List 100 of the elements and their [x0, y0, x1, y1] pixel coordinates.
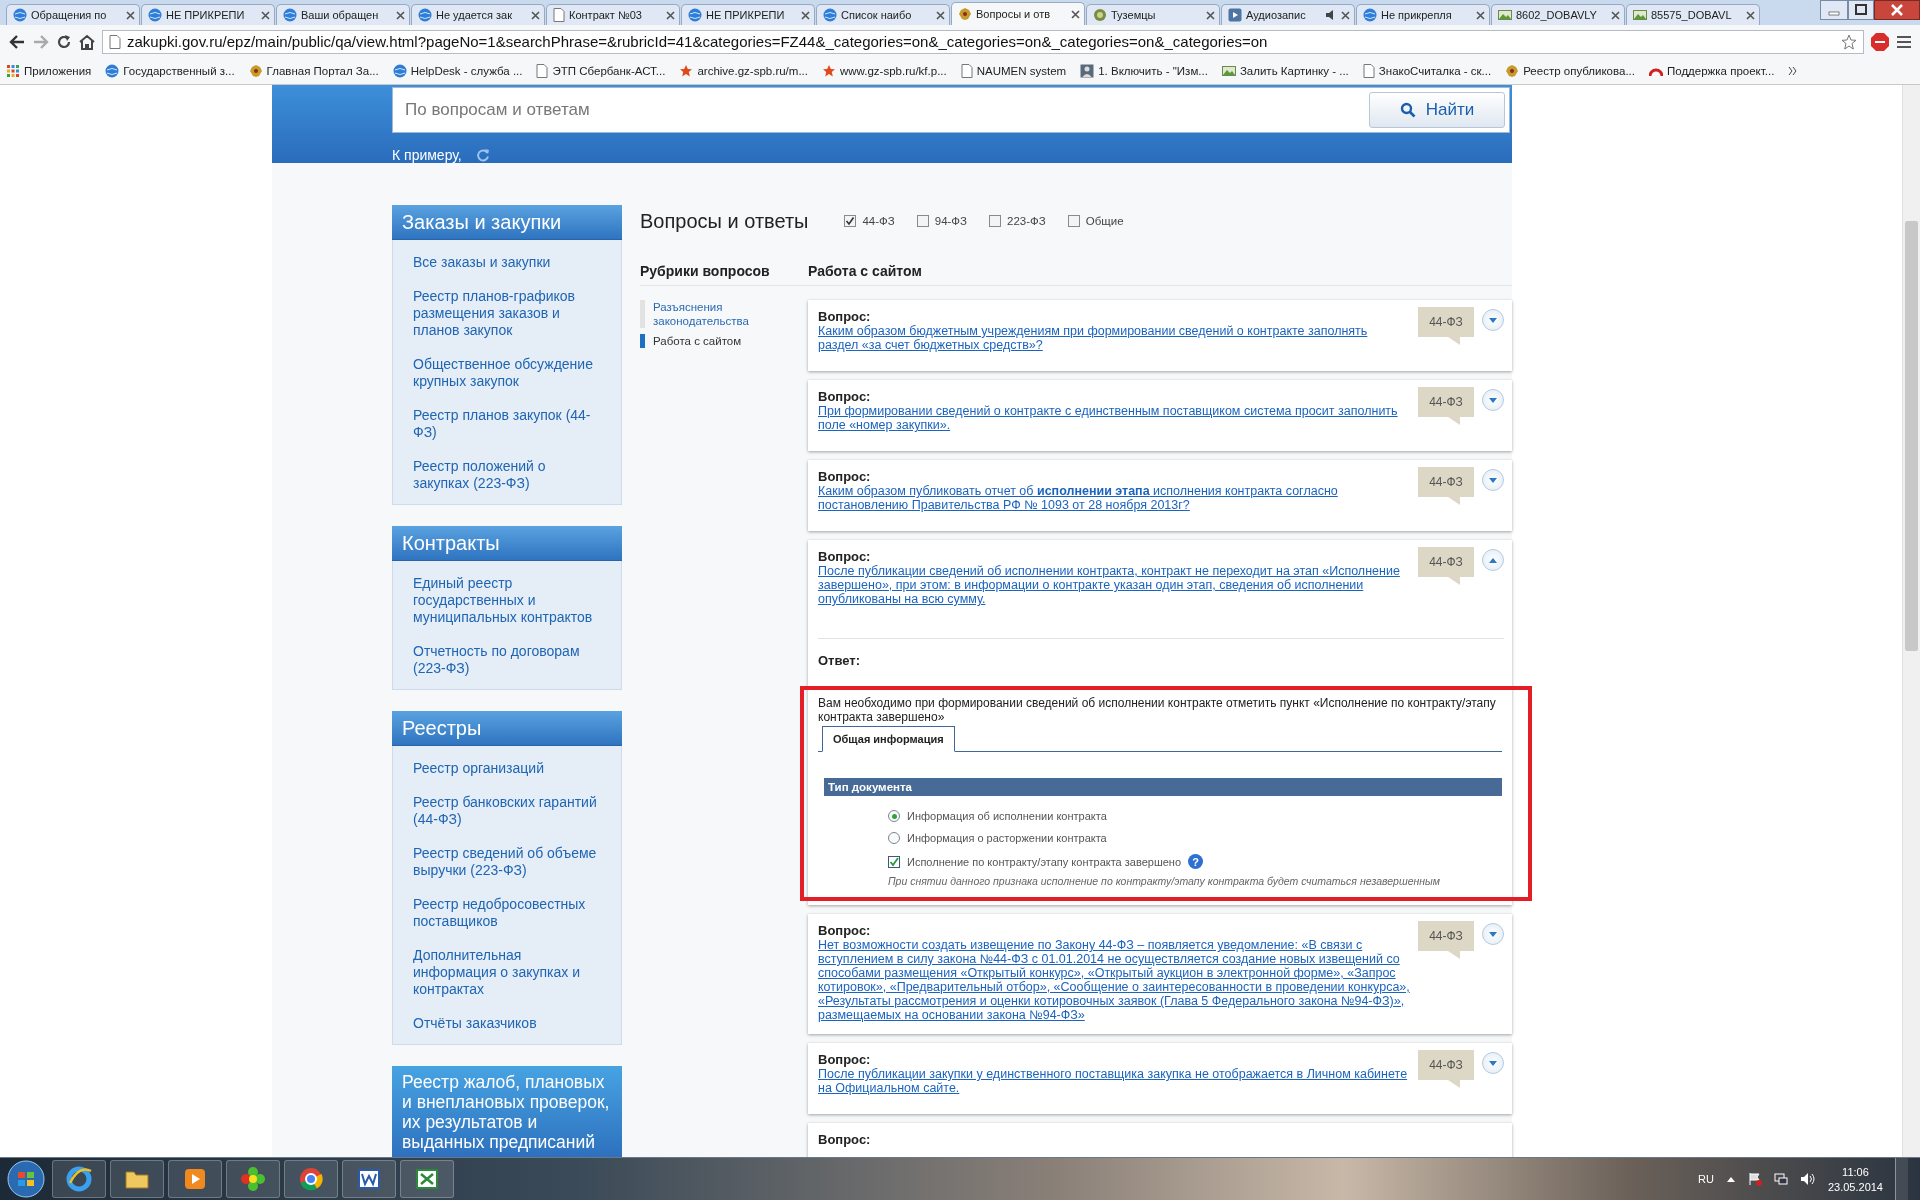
start-button[interactable] — [4, 1159, 48, 1199]
radio-button[interactable] — [888, 832, 900, 844]
browser-tab[interactable]: Туземцы — [1086, 4, 1220, 25]
bookmark-link[interactable]: HelpDesk - служба ... — [410, 65, 523, 77]
bookmark-link[interactable]: ЗнакоСчиталка - ск... — [1378, 65, 1492, 77]
question-link[interactable]: Каким образом публиковать отчет об исполнении этапа исполнения контракта согласно постановлению Правительства РФ № 1093 от 28 ноября 2013г? — [818, 484, 1410, 512]
stop-sign-icon[interactable] — [1870, 31, 1890, 52]
close-icon[interactable] — [531, 10, 540, 20]
menu-link[interactable]: Отчёты заказчиков — [413, 1015, 601, 1032]
bookmark-link[interactable]: Залить Картинку - ... — [1239, 65, 1349, 77]
close-icon[interactable] — [126, 10, 135, 20]
browser-tab[interactable]: Вопросы и отв — [951, 2, 1085, 25]
checkbox[interactable] — [1067, 215, 1080, 227]
star-icon[interactable] — [1841, 33, 1857, 50]
browser-tab[interactable]: Аудиозапис — [1221, 4, 1355, 25]
network-icon[interactable] — [1773, 1172, 1788, 1186]
bookmark-link[interactable]: Государственный з... — [123, 65, 235, 77]
close-icon[interactable] — [801, 10, 810, 20]
close-icon[interactable] — [936, 10, 945, 20]
checkbox[interactable] — [916, 215, 929, 227]
help-icon[interactable]: ? — [1188, 854, 1204, 869]
language-indicator[interactable]: RU — [1698, 1173, 1714, 1185]
close-icon[interactable] — [1476, 10, 1485, 20]
menu-link[interactable]: Общественное обсуждение крупных закупок — [413, 356, 601, 390]
browser-tab[interactable]: НЕ ПРИКРЕПИ — [681, 4, 815, 25]
toggle-button[interactable] — [1482, 549, 1504, 571]
close-icon[interactable] — [396, 10, 405, 20]
reload-icon[interactable] — [56, 33, 72, 50]
flag-icon[interactable] — [1747, 1172, 1762, 1186]
close-icon[interactable] — [1611, 10, 1620, 20]
browser-tab[interactable]: Обращения по — [6, 4, 140, 25]
browser-icon[interactable] — [65, 1165, 93, 1193]
menu-link[interactable]: Дополнительная информация о закупках и контрактах — [413, 947, 601, 998]
bookmark-link[interactable]: Поддержка проект... — [1667, 65, 1775, 77]
menu-link[interactable]: Реестр недобросовестных поставщиков — [413, 896, 601, 930]
bookmark-link[interactable]: Реестр опубликова... — [1523, 65, 1635, 77]
browser-tab[interactable]: Контракт №03 — [546, 4, 680, 25]
form-tab[interactable]: Общая информация — [822, 726, 955, 752]
home-icon[interactable] — [78, 33, 96, 50]
show-hidden-icon[interactable] — [1725, 1175, 1736, 1183]
browser-tab[interactable]: Список наибо — [816, 4, 950, 25]
bookmark-link[interactable]: www.gz-spb.ru/kf.p... — [840, 65, 947, 77]
question-link[interactable]: При формировании сведений о контракте с единственным поставщиком система просит заполнить поле «номер закупки». — [818, 404, 1410, 432]
chevron-icon[interactable] — [1788, 66, 1799, 76]
browser-tab[interactable]: НЕ ПРИКРЕПИ — [141, 4, 275, 25]
menu-link[interactable]: Реестр сведений об объеме выручки (223-ФЗ) — [413, 845, 601, 879]
toggle-button[interactable] — [1482, 1052, 1504, 1074]
bookmark-link[interactable]: Приложения — [24, 65, 92, 77]
browser-tab[interactable]: 8602_DOBAVLY — [1491, 4, 1625, 25]
menu-link[interactable]: Реестр организаций — [413, 760, 601, 777]
browser-tab[interactable]: Не удается зак — [411, 4, 545, 25]
checkbox[interactable] — [989, 215, 1002, 227]
question-link[interactable]: После публикации сведений об исполнении контракта, контракт не переходит на этап «Исполнение завершено», при этом: в информации о контракте указан один этап, сведения об исполнении опубликованы на всю сумму. — [818, 564, 1410, 606]
bookmark-link[interactable]: archive.gz-spb.ru/m... — [697, 65, 808, 77]
menu-link[interactable]: Единый реестр государственных и муниципальных контрактов — [413, 575, 601, 626]
checkbox[interactable] — [844, 215, 857, 227]
menu-link[interactable]: Реестр планов закупок (44-ФЗ) — [413, 407, 601, 441]
close-icon[interactable] — [1746, 10, 1755, 20]
browser-tab[interactable]: Ваши обращен — [276, 4, 410, 25]
checkbox[interactable] — [888, 855, 900, 868]
menu-link[interactable]: Все заказы и закупки — [413, 254, 601, 271]
close-icon[interactable] — [261, 10, 270, 20]
menu-link[interactable]: Отчетность по договорам (223-ФЗ) — [413, 643, 601, 677]
menu-link[interactable]: Реестр планов-графиков размещения заказов и планов закупок — [413, 288, 601, 339]
flower-icon[interactable] — [239, 1165, 267, 1193]
scrollbar-thumb[interactable] — [1905, 221, 1918, 651]
search-field[interactable]: По вопросам и ответам Найти — [392, 87, 1510, 133]
toggle-button[interactable] — [1482, 389, 1504, 411]
close-icon[interactable] — [666, 10, 675, 20]
address-field[interactable]: zakupki.gov.ru/epz/main/public/qa/view.html?pageNo=1&searchPhrase=&rubricId=41&categories=FZ44&_categories=on&_categories=on&_categories=on&_categories=on — [102, 29, 1864, 54]
show-desktop-button[interactable] — [1895, 1158, 1908, 1200]
close-icon[interactable] — [1206, 10, 1215, 20]
radio-button[interactable] — [888, 810, 900, 822]
question-link[interactable]: Нет возможности создать извещение по Закону 44-ФЗ – появляется уведомление: «В связи с вступлением в силу закона №44-ФЗ с 01.01.2014 не осуществляется создание новых извещений со способами размещения «Открытый конкурс», «Открытый аукцион в электронной форме», «Запрос котировок», «Предварительный отбор», «Сообщение о заинтересованности в проведении конкурса», «Результаты рассмотрения и оценки котировочных заявок (Глава 5 Федерального закона №94-ФЗ)», размещаемых на основании закона №94-ФЗ» — [818, 938, 1410, 1022]
menu-link[interactable]: Реестр положений о закупках (223-ФЗ) — [413, 458, 601, 492]
bookmark-link[interactable]: NAUMEN system — [976, 65, 1067, 77]
menu-icon[interactable] — [1896, 34, 1912, 49]
maximize-icon[interactable] — [1848, 0, 1874, 20]
refresh-icon[interactable] — [475, 148, 490, 162]
close-icon[interactable] — [1071, 9, 1080, 19]
rubric-item[interactable]: Работа с сайтом — [640, 334, 790, 348]
page-icon — [109, 34, 121, 49]
browser-tab[interactable]: Не прикрепля — [1356, 4, 1490, 25]
toggle-button[interactable] — [1482, 923, 1504, 945]
chrome-icon[interactable] — [297, 1165, 325, 1193]
close-icon[interactable] — [1874, 0, 1920, 20]
bookmark-link[interactable]: ЭТП Сбербанк-АСТ... — [552, 65, 666, 77]
speaker-icon[interactable] — [1799, 1172, 1816, 1186]
back-icon[interactable] — [8, 33, 26, 50]
bookmark-link[interactable]: 1. Включить - "Изм... — [1098, 65, 1208, 77]
question-link[interactable]: Каким образом бюджетным учреждениям при формировании сведений о контракте заполнять раздел «за счет бюджетных средств»? — [818, 324, 1410, 352]
toggle-button[interactable] — [1482, 309, 1504, 331]
search-button[interactable]: Найти — [1369, 92, 1505, 128]
menu-link[interactable]: Реестр банковских гарантий (44-ФЗ) — [413, 794, 601, 828]
question-link[interactable]: После публикации закупки у единственного поставщика закупка не отображается в Личном кабинете на Официальном сайте. — [818, 1067, 1410, 1095]
toggle-button[interactable] — [1482, 469, 1504, 491]
close-icon[interactable] — [1341, 10, 1350, 20]
browser-tab[interactable]: 85575_DOBAVL — [1626, 4, 1760, 25]
bookmark-link[interactable]: Главная Портал За... — [266, 65, 379, 77]
rubric-item[interactable]: Разъяснения законодательства — [640, 300, 790, 328]
